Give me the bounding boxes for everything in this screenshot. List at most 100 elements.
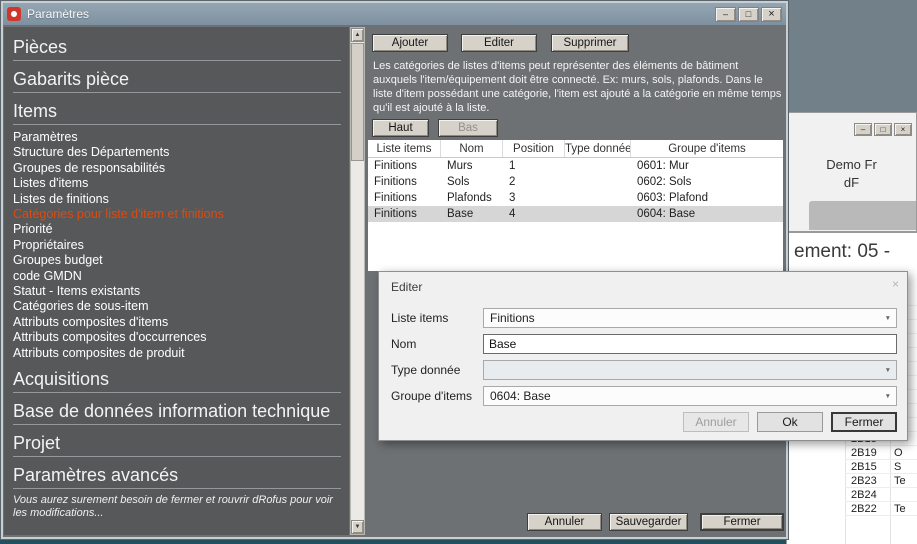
close-icon: × bbox=[901, 125, 906, 134]
sidebar-item-attributs-composites-occurrences[interactable]: Attributs composites d'occurrences bbox=[13, 330, 349, 345]
cell-position: 4 bbox=[503, 206, 565, 222]
room-code: 2B23 bbox=[851, 475, 877, 487]
sidebar-item-structure-departements[interactable]: Structure des Départements bbox=[13, 145, 349, 160]
section-divider bbox=[13, 124, 341, 125]
add-button[interactable]: Ajouter bbox=[372, 34, 448, 52]
cell-nom: Base bbox=[441, 206, 503, 222]
chevron-down-icon: ▼ bbox=[885, 315, 891, 322]
groupe-items-dropdown[interactable]: 0604: Base ▼ bbox=[483, 386, 897, 406]
close-button[interactable]: × bbox=[894, 123, 912, 136]
edit-dialog: Editer × Liste items Finitions ▼ Nom Typ… bbox=[378, 271, 908, 441]
chevron-down-icon: ▼ bbox=[885, 393, 891, 400]
table-row[interactable]: 2B22 Te bbox=[845, 502, 917, 516]
scroll-up-button[interactable]: ▲ bbox=[351, 28, 364, 42]
edit-button[interactable]: Editer bbox=[461, 34, 537, 52]
close-icon: × bbox=[768, 8, 774, 20]
section-divider bbox=[13, 60, 341, 61]
minimize-icon: – bbox=[861, 125, 865, 134]
column-header-nom[interactable]: Nom bbox=[441, 140, 503, 157]
liste-items-value: Finitions bbox=[490, 311, 535, 325]
maximize-button[interactable]: □ bbox=[738, 7, 759, 22]
delete-button[interactable]: Supprimer bbox=[551, 34, 629, 52]
sidebar-section-gabarits[interactable]: Gabarits pièce bbox=[13, 68, 349, 90]
cell-groupe-items: 0602: Sols bbox=[631, 174, 783, 190]
close-panel-button[interactable]: Fermer bbox=[700, 513, 784, 531]
cell-type-donnee bbox=[565, 190, 631, 206]
section-divider bbox=[13, 392, 341, 393]
scrollbar-thumb[interactable] bbox=[351, 43, 364, 161]
sidebar-note: Vous aurez surement besoin de fermer et … bbox=[13, 494, 349, 520]
sidebar-item-code-gmdn[interactable]: code GMDN bbox=[13, 269, 349, 284]
cancel-button[interactable]: Annuler bbox=[527, 513, 602, 531]
sidebar-scrollbar[interactable]: ▲ ▼ bbox=[350, 27, 365, 535]
minimize-button[interactable]: – bbox=[854, 123, 872, 136]
save-button[interactable]: Sauvegarder bbox=[609, 513, 688, 531]
scroll-up-icon: ▲ bbox=[355, 32, 361, 38]
type-donnee-label: Type donnée bbox=[391, 360, 479, 380]
cell-type-donnee bbox=[565, 206, 631, 222]
sidebar-section-pieces[interactable]: Pièces bbox=[13, 36, 349, 58]
room-text: Te bbox=[894, 475, 906, 487]
table-row[interactable]: Finitions Plafonds 3 0603: Plafond bbox=[368, 190, 783, 206]
sidebar-section-items[interactable]: Items bbox=[13, 100, 349, 122]
sidebar-section-parametres-avances[interactable]: Paramètres avancés bbox=[13, 464, 349, 486]
section-divider bbox=[13, 424, 341, 425]
cell-nom: Murs bbox=[441, 158, 503, 174]
liste-items-label: Liste items bbox=[391, 308, 479, 328]
table-row[interactable]: 2B24 bbox=[845, 488, 917, 502]
sidebar-item-parametres[interactable]: Paramètres bbox=[13, 130, 349, 145]
scroll-down-button[interactable]: ▼ bbox=[351, 520, 364, 534]
maximize-button[interactable]: □ bbox=[874, 123, 892, 136]
column-header-liste-items[interactable]: Liste items bbox=[368, 140, 441, 157]
section-divider bbox=[13, 488, 341, 489]
column-header-type-donnee[interactable]: Type donnée bbox=[565, 140, 631, 157]
sidebar-section-acquisitions[interactable]: Acquisitions bbox=[13, 368, 349, 390]
titlebar[interactable]: Paramètres – □ × bbox=[3, 3, 786, 25]
category-description: Les catégories de listes d'items peut re… bbox=[373, 59, 783, 115]
cell-liste-items: Finitions bbox=[368, 206, 441, 222]
table-row[interactable]: Finitions Sols 2 0602: Sols bbox=[368, 174, 783, 190]
sidebar-item-statut-items-existants[interactable]: Statut - Items existants bbox=[13, 284, 349, 299]
cell-position: 3 bbox=[503, 190, 565, 206]
cell-liste-items: Finitions bbox=[368, 158, 441, 174]
section-divider bbox=[13, 456, 341, 457]
sidebar-item-priorite[interactable]: Priorité bbox=[13, 222, 349, 237]
sidebar-section-bdd-technique[interactable]: Base de données information technique bbox=[13, 400, 349, 422]
sidebar-item-groupes-responsabilites[interactable]: Groupes de responsabilités bbox=[13, 161, 349, 176]
liste-items-dropdown[interactable]: Finitions ▼ bbox=[483, 308, 897, 328]
sidebar-item-listes-finitions[interactable]: Listes de finitions bbox=[13, 192, 349, 207]
sidebar-item-proprietaires[interactable]: Propriétaires bbox=[13, 238, 349, 253]
sidebar-item-groupes-budget[interactable]: Groupes budget bbox=[13, 253, 349, 268]
sidebar-item-attributs-composites-items[interactable]: Attributs composites d'items bbox=[13, 315, 349, 330]
room-code: 2B24 bbox=[851, 489, 877, 501]
minimize-button[interactable]: – bbox=[715, 7, 736, 22]
table-row[interactable]: 2B19 O bbox=[845, 446, 917, 460]
room-code: 2B19 bbox=[851, 447, 877, 459]
move-up-button[interactable]: Haut bbox=[372, 119, 429, 137]
move-down-button[interactable]: Bas bbox=[438, 119, 498, 137]
drofus-app-icon bbox=[7, 7, 21, 21]
sidebar-item-categories-liste-item-finitions[interactable]: Catégories pour liste d'item et finition… bbox=[13, 207, 349, 222]
nom-field[interactable] bbox=[483, 334, 897, 354]
background-heading-fragment: ement: 05 - bbox=[794, 241, 890, 263]
table-row[interactable]: 2B15 S bbox=[845, 460, 917, 474]
dialog-ok-button[interactable]: Ok bbox=[757, 412, 823, 432]
cell-type-donnee bbox=[565, 158, 631, 174]
sidebar-item-listes-items[interactable]: Listes d'items bbox=[13, 176, 349, 191]
maximize-icon: □ bbox=[746, 9, 751, 19]
table-row[interactable]: 2B23 Te bbox=[845, 474, 917, 488]
sidebar-item-categories-sous-item[interactable]: Catégories de sous-item bbox=[13, 299, 349, 314]
sidebar-section-projet[interactable]: Projet bbox=[13, 432, 349, 454]
type-donnee-dropdown[interactable]: ▼ bbox=[483, 360, 897, 380]
background-caption-buttons: – □ × bbox=[854, 123, 912, 136]
column-header-position[interactable]: Position bbox=[503, 140, 565, 157]
column-header-groupe-items[interactable]: Groupe d'items bbox=[631, 140, 783, 157]
close-button[interactable]: × bbox=[761, 7, 782, 22]
dialog-close-icon[interactable]: × bbox=[892, 277, 899, 291]
cell-type-donnee bbox=[565, 174, 631, 190]
dialog-cancel-button[interactable]: Annuler bbox=[683, 412, 749, 432]
sidebar-item-attributs-composites-produit[interactable]: Attributs composites de produit bbox=[13, 346, 349, 361]
dialog-close-button[interactable]: Fermer bbox=[831, 412, 897, 432]
table-row[interactable]: Finitions Murs 1 0601: Mur bbox=[368, 158, 783, 174]
table-row-selected[interactable]: Finitions Base 4 0604: Base bbox=[368, 206, 783, 222]
